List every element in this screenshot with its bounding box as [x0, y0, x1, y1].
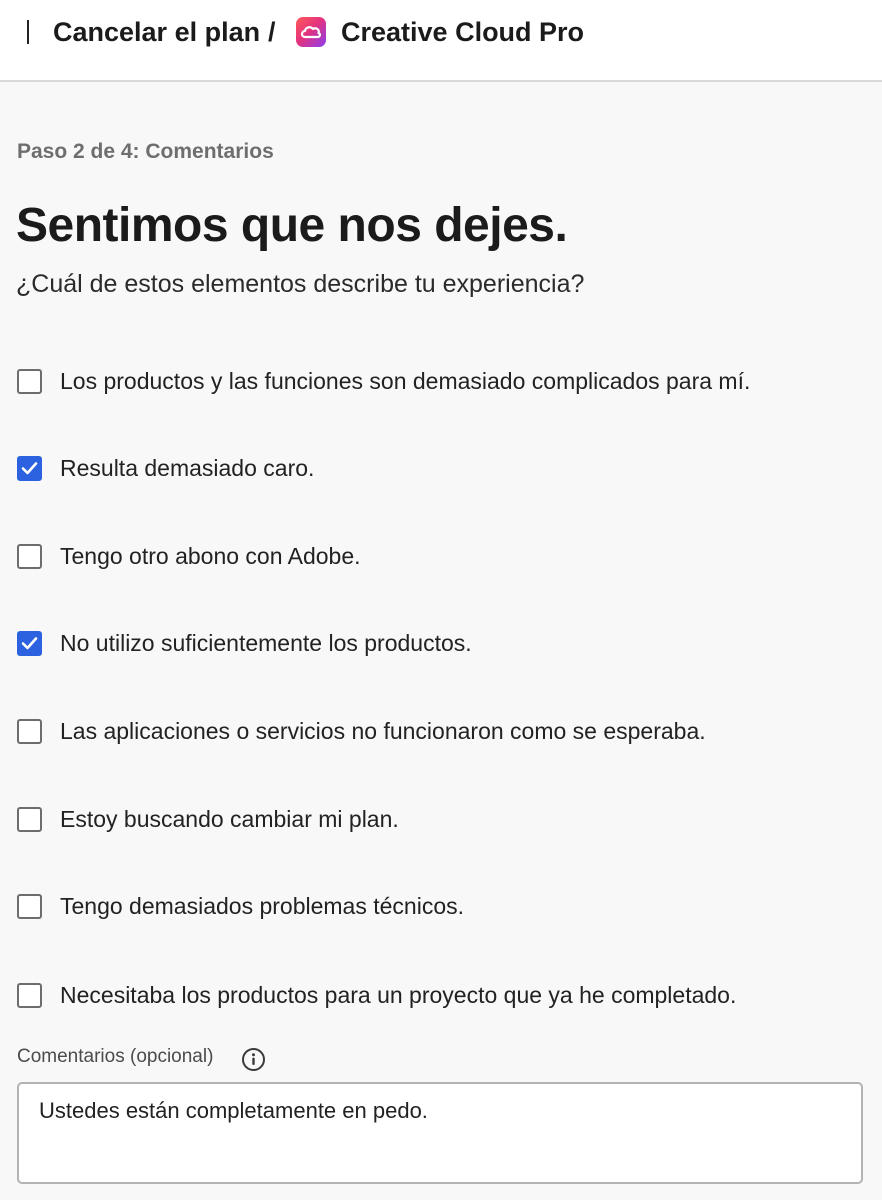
- breadcrumb-cancel-plan: Cancelar el plan: [53, 17, 261, 47]
- info-icon[interactable]: [241, 1047, 266, 1072]
- checkbox-unchecked[interactable]: [17, 983, 42, 1008]
- option-checkbox-row[interactable]: Necesitaba los productos para un proyect…: [17, 982, 877, 1009]
- checkbox-checked[interactable]: [17, 456, 42, 481]
- header-divider: [27, 20, 29, 44]
- option-label: Estoy buscando cambiar mi plan.: [60, 806, 399, 832]
- checkbox-unchecked[interactable]: [17, 807, 42, 832]
- option-label: Los productos y las funciones son demasi…: [60, 368, 751, 394]
- option-checkbox-row[interactable]: Las aplicaciones o servicios no funciona…: [17, 718, 877, 745]
- checkmark-icon: [21, 462, 38, 475]
- option-checkbox-row[interactable]: Los productos y las funciones son demasi…: [17, 368, 877, 395]
- option-checkbox-row[interactable]: Tengo demasiados problemas técnicos.: [17, 893, 877, 920]
- checkmark-icon: [21, 637, 38, 650]
- breadcrumb-product-name: Creative Cloud Pro: [341, 17, 585, 47]
- checkbox-unchecked[interactable]: [17, 369, 42, 394]
- option-label: Resulta demasiado caro.: [60, 455, 315, 481]
- header-bar: Cancelar el plan / Creative Cloud Pro: [0, 0, 882, 82]
- option-label: Tengo demasiados problemas técnicos.: [60, 893, 465, 919]
- option-label: No utilizo suficientemente los productos…: [60, 630, 472, 656]
- option-checkbox-row[interactable]: Resulta demasiado caro.: [17, 455, 877, 482]
- step-indicator: Paso 2 de 4: Comentarios: [17, 140, 274, 163]
- checkbox-checked[interactable]: [17, 631, 42, 656]
- page-title: Sentimos que nos dejes.: [16, 199, 568, 252]
- comments-value: Ustedes están completamente en pedo.: [39, 1098, 428, 1123]
- option-checkbox-row[interactable]: Estoy buscando cambiar mi plan.: [17, 806, 877, 833]
- option-label: Necesitaba los productos para un proyect…: [60, 982, 737, 1008]
- breadcrumb-separator: /: [268, 17, 276, 47]
- option-checkbox-row[interactable]: Tengo otro abono con Adobe.: [17, 543, 877, 570]
- checkbox-unchecked[interactable]: [17, 544, 42, 569]
- comments-label: Comentarios (opcional): [17, 1046, 214, 1067]
- option-label: Las aplicaciones o servicios no funciona…: [60, 718, 706, 744]
- option-checkbox-row[interactable]: No utilizo suficientemente los productos…: [17, 630, 877, 657]
- checkbox-unchecked[interactable]: [17, 894, 42, 919]
- page-subtitle: ¿Cuál de estos elementos describe tu exp…: [16, 270, 585, 298]
- option-label: Tengo otro abono con Adobe.: [60, 543, 361, 569]
- comments-textarea[interactable]: Ustedes están completamente en pedo.: [17, 1082, 863, 1184]
- creative-cloud-logo-icon: [296, 17, 326, 47]
- checkbox-unchecked[interactable]: [17, 719, 42, 744]
